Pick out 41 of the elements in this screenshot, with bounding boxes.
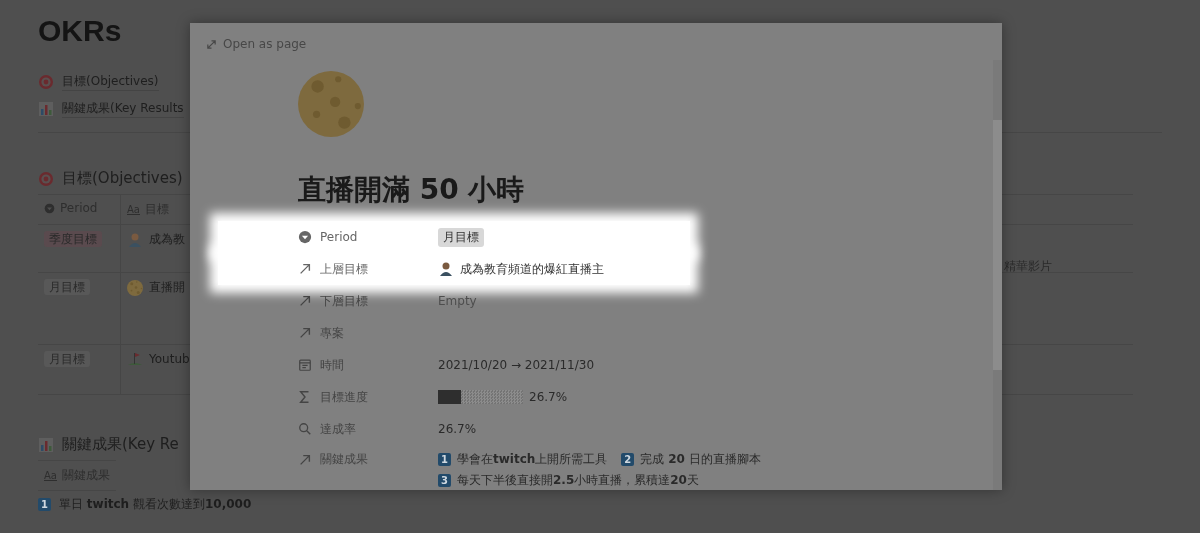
arrow-icon bbox=[298, 294, 312, 308]
moon-icon bbox=[298, 71, 364, 137]
period-tag: 月目標 bbox=[438, 227, 484, 247]
dropdown-icon bbox=[298, 230, 312, 244]
key-result-link[interactable]: 完成 20 日的直播腳本 bbox=[640, 451, 761, 468]
arrow-icon bbox=[298, 262, 312, 276]
relation-link[interactable]: 成為教育頻道的爆紅直播主 bbox=[460, 260, 604, 278]
person-icon bbox=[127, 231, 143, 248]
property-label: 下層目標 bbox=[320, 292, 368, 310]
date-range: 2021/10/20 → 2021/11/30 bbox=[438, 358, 594, 372]
key-result-link[interactable]: 每天下半後直接開2.5小時直播，累積達20天 bbox=[457, 472, 699, 489]
open-as-page-button[interactable]: Open as page bbox=[206, 37, 1002, 51]
page-title: 直播開滿 50 小時 bbox=[298, 172, 526, 208]
target-icon bbox=[38, 73, 54, 90]
property-label: 達成率 bbox=[320, 420, 356, 438]
bar-chart-icon bbox=[38, 100, 54, 117]
expand-icon bbox=[206, 38, 217, 50]
relation-field[interactable]: Empty bbox=[438, 294, 477, 308]
arrow-icon bbox=[298, 326, 312, 340]
search-icon bbox=[298, 422, 312, 436]
flag-icon bbox=[127, 351, 143, 367]
number-badge: 3 bbox=[438, 474, 451, 487]
target-icon bbox=[38, 170, 54, 187]
scrollbar[interactable] bbox=[993, 60, 1002, 490]
person-icon bbox=[438, 261, 454, 277]
page-title: OKRs bbox=[38, 14, 122, 48]
number-badge: 1 bbox=[438, 453, 451, 466]
number-badge: 2 bbox=[621, 453, 635, 466]
calendar-icon bbox=[298, 358, 312, 372]
moon-icon bbox=[127, 279, 143, 296]
bar-chart-icon bbox=[38, 436, 54, 453]
sigma-icon bbox=[298, 390, 312, 404]
property-label: 上層目標 bbox=[320, 260, 368, 278]
arrow-icon bbox=[298, 452, 312, 467]
property-label: 專案 bbox=[320, 324, 344, 342]
property-label: Period bbox=[320, 230, 358, 244]
rate-value: 26.7% bbox=[438, 422, 477, 436]
key-result-link[interactable]: 學會在twitch上開所需工具 bbox=[457, 451, 608, 468]
dropdown-icon bbox=[44, 202, 55, 214]
progress-value: 26.7% bbox=[529, 390, 568, 404]
number-badge: 1 bbox=[38, 498, 51, 511]
